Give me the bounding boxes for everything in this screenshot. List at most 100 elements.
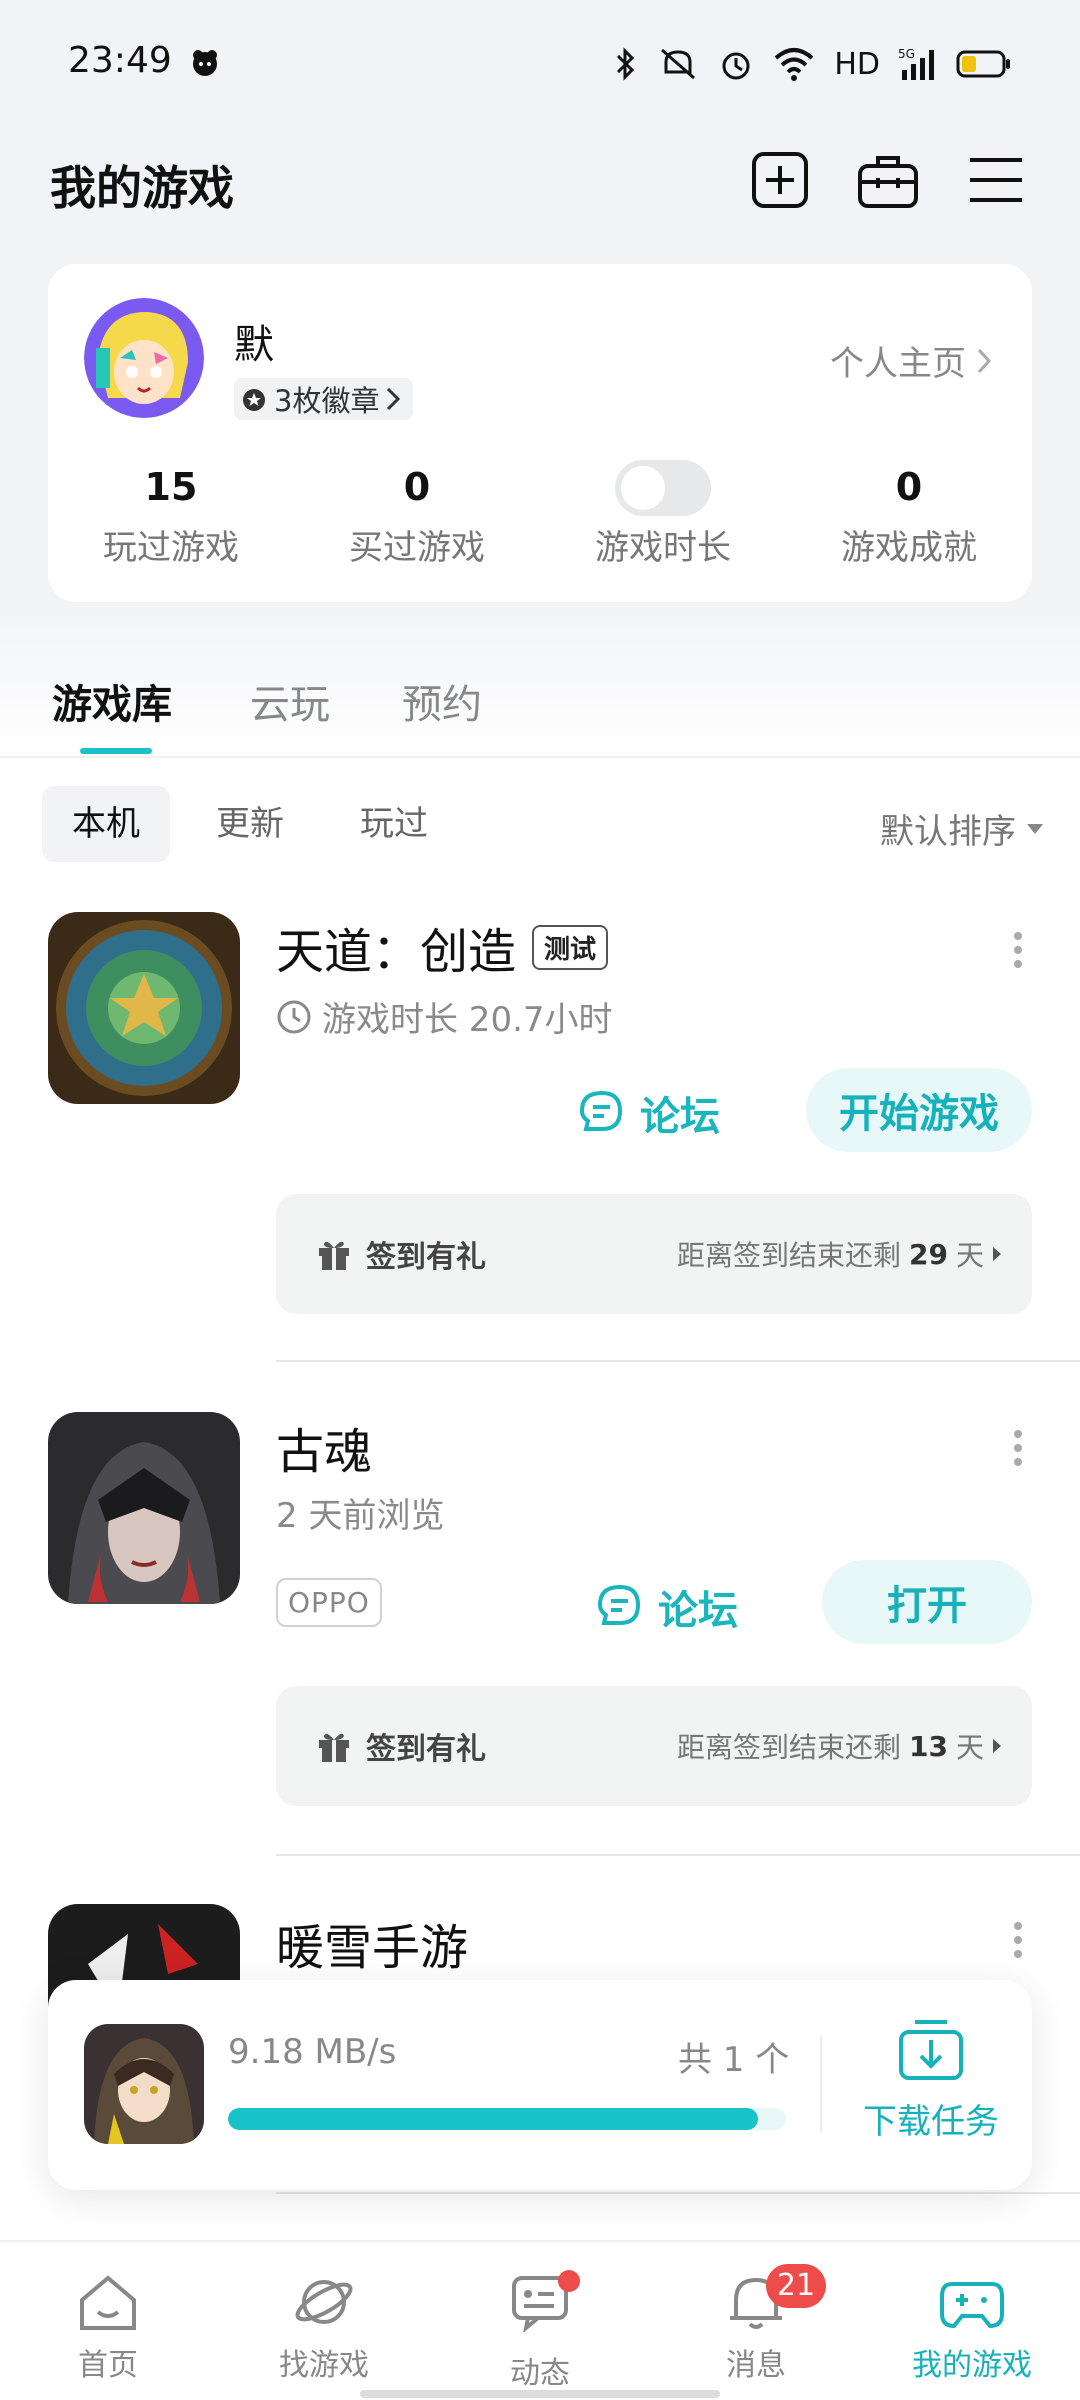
tab-library[interactable]: 游戏库 [52, 672, 172, 730]
stat-achievements[interactable]: 0 游戏成就 [786, 464, 1032, 569]
badge-chip[interactable]: 3枚徽章 [234, 378, 414, 420]
message-badge: 21 [766, 2264, 826, 2308]
game-icon-tiandao[interactable] [48, 912, 240, 1104]
nav-label: 我的游戏 [912, 2348, 1032, 2383]
chevron-right-icon [387, 387, 401, 411]
stat-label: 买过游戏 [349, 528, 485, 568]
signin-label: 签到有礼 [366, 1732, 486, 1767]
stat-played[interactable]: 15 玩过游戏 [48, 464, 294, 569]
signin-prefix: 距离签到结束还剩 [677, 1731, 902, 1764]
nav-home[interactable]: 首页 [0, 2272, 216, 2384]
nav-my-games[interactable]: 我的游戏 [864, 2272, 1080, 2384]
signal-icon: 5G [898, 47, 934, 80]
stat-value: 15 [144, 465, 198, 509]
download-tasks-label: 下载任务 [863, 2102, 999, 2142]
status-icons: HD 5G [614, 44, 1012, 84]
app-notification-icon [193, 50, 217, 76]
game-title[interactable]: 暖雪手游 [276, 1908, 468, 1978]
gift-icon [319, 1733, 349, 1762]
forum-icon [597, 1584, 641, 1625]
forum-label: 论坛 [658, 1588, 738, 1634]
forum-button[interactable]: 论坛 [596, 1578, 738, 1636]
caret-down-icon [1027, 823, 1043, 834]
last-viewed-text: 2 天前浏览 [276, 1496, 445, 1536]
nav-feed[interactable]: 动态 [432, 2270, 648, 2392]
username: 默 [234, 322, 274, 368]
bluetooth-icon [617, 47, 635, 81]
alarm-icon [722, 52, 750, 80]
menu-icon[interactable] [964, 148, 1028, 212]
filter-played[interactable]: 玩过 [330, 786, 458, 862]
profile-link-label: 个人主页 [830, 344, 966, 384]
forum-button[interactable]: 论坛 [578, 1084, 720, 1142]
forum-icon [579, 1090, 623, 1131]
signin-label: 签到有礼 [366, 1240, 486, 1275]
game-name: 暖雪手游 [276, 1920, 469, 1976]
download-tasks-button[interactable]: 下载任务 [856, 2016, 1006, 2143]
profile-card: 默 3枚徽章 个人主页 15 玩过游戏 0 买过游戏 游戏时长 0 游戏成就 [48, 264, 1032, 602]
gamepad-icon [940, 2282, 1004, 2329]
filter-local[interactable]: 本机 [42, 786, 170, 862]
bottom-nav: 首页 找游戏 动态 21 消息 我的游戏 [0, 2240, 1080, 2400]
signin-bar[interactable]: 签到有礼 距离签到结束还剩 29 天 [276, 1194, 1032, 1314]
sort-dropdown[interactable]: 默认排序 [880, 804, 1044, 853]
home-icon [80, 2275, 136, 2330]
download-game-thumbnail [84, 2024, 204, 2144]
sort-label: 默认排序 [880, 812, 1016, 852]
clock-icon [277, 1000, 311, 1033]
game-name: 天道：创造 [276, 924, 517, 980]
chevron-right-icon [977, 348, 992, 373]
toolbox-icon[interactable] [856, 148, 920, 212]
stat-bought[interactable]: 0 买过游戏 [294, 464, 540, 569]
caret-right-icon [993, 1739, 1001, 1753]
add-game-icon[interactable] [748, 148, 812, 212]
stat-label: 游戏成就 [841, 528, 977, 568]
divider [820, 2036, 822, 2132]
download-panel[interactable]: 9.18 MB/s 共 1 个 下载任务 [48, 1980, 1032, 2190]
nav-discover[interactable]: 找游戏 [216, 2272, 432, 2384]
profile-link[interactable]: 个人主页 [830, 336, 992, 385]
signin-days: 13 [909, 1729, 948, 1763]
medal-icon [243, 389, 265, 411]
divider [276, 1854, 1080, 1856]
avatar[interactable] [84, 298, 204, 418]
game-name: 古魂 [276, 1424, 373, 1480]
game-last-viewed: 2 天前浏览 [276, 1488, 444, 1537]
playtime-toggle[interactable] [615, 460, 711, 516]
svg-text:5G: 5G [898, 47, 915, 61]
tab-indicator [80, 748, 152, 754]
signin-bar[interactable]: 签到有礼 距离签到结束还剩 13 天 [276, 1686, 1032, 1806]
game-title[interactable]: 天道：创造 测试 [276, 912, 609, 982]
forum-label: 论坛 [640, 1094, 720, 1140]
tab-cloud[interactable]: 云玩 [250, 672, 330, 730]
nav-messages[interactable]: 21 消息 [648, 2264, 864, 2384]
stat-playtime[interactable]: 游戏时长 [540, 460, 786, 569]
more-options-icon[interactable] [1012, 1428, 1024, 1468]
stat-value: 0 [895, 465, 923, 509]
wifi-icon [775, 48, 814, 81]
signin-suffix: 天 [955, 1239, 984, 1272]
tab-reserve[interactable]: 预约 [402, 672, 482, 730]
divider [276, 1360, 1080, 1362]
divider [0, 756, 1080, 758]
nav-label: 找游戏 [279, 2348, 369, 2383]
caret-right-icon [993, 1247, 1001, 1261]
more-options-icon[interactable] [1012, 1920, 1024, 1960]
notification-dot [558, 2270, 580, 2292]
planet-icon [295, 2280, 353, 2324]
game-icon-guhun[interactable] [48, 1412, 240, 1604]
stat-label: 游戏时长 [595, 528, 731, 568]
download-icon [899, 2020, 963, 2080]
playtime-text: 游戏时长 20.7小时 [322, 1000, 613, 1040]
filter-update[interactable]: 更新 [186, 786, 314, 862]
download-count: 共 1 个 [678, 2040, 790, 2080]
battery-icon [956, 50, 1010, 78]
status-time: 23:49 [68, 40, 172, 81]
open-game-button[interactable]: 打开 [822, 1560, 1032, 1644]
more-options-icon[interactable] [1012, 930, 1024, 970]
network-type: HD [834, 46, 880, 82]
download-progress-bar [228, 2108, 786, 2130]
game-title[interactable]: 古魂 [276, 1412, 372, 1482]
start-game-button[interactable]: 开始游戏 [806, 1068, 1032, 1152]
stat-value: 0 [403, 465, 431, 509]
